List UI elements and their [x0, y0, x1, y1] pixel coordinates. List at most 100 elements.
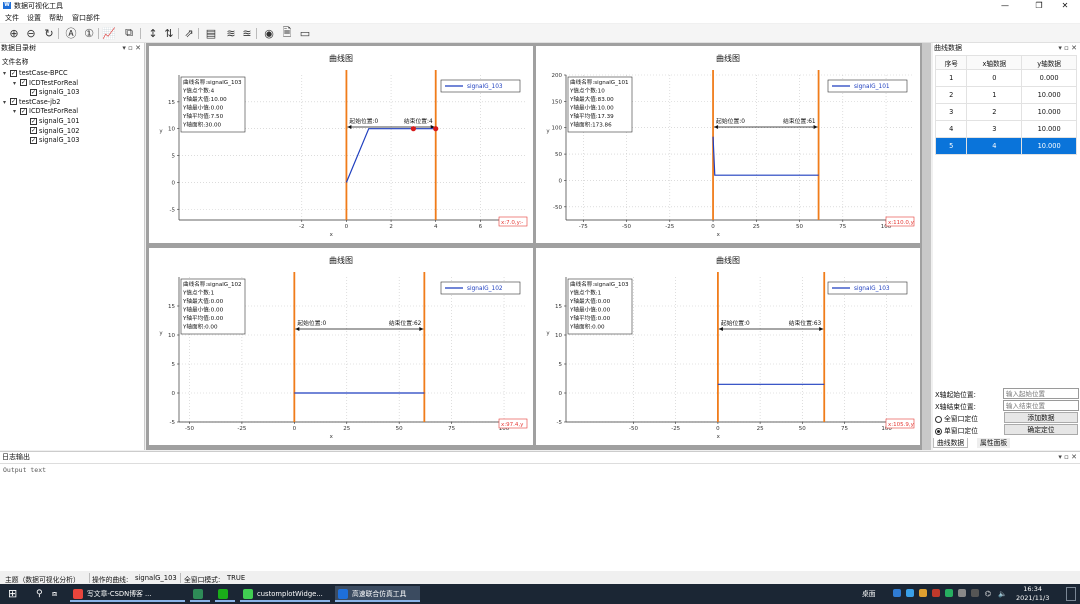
column-header[interactable]: 序号 [934, 55, 968, 70]
table-cell[interactable]: 1 [934, 69, 968, 87]
chart-panel-4[interactable]: 曲线图 -50 -25 0 25 50 75 100 -5 0 5 10 15 x y 起始位置:0 结束位置:… [536, 248, 920, 445]
tray-app-icon[interactable] [893, 589, 901, 597]
taskbar-app[interactable]: 写文章-CSDN博客 ... [70, 586, 185, 602]
dock-controls[interactable]: ▾ ▫ ✕ [122, 43, 141, 53]
column-header[interactable]: x轴数据 [966, 55, 1023, 70]
radio-single-window[interactable]: 单窗口定位 [935, 425, 978, 435]
x-end-input[interactable] [1003, 400, 1079, 411]
table-cell[interactable]: 10.000 [1021, 86, 1077, 104]
x-start-input[interactable] [1003, 388, 1079, 399]
windows-start-icon[interactable]: ⊞ [8, 586, 17, 602]
tab-curve-data[interactable]: 曲线数据 [933, 438, 969, 448]
table-cell[interactable]: 3 [934, 103, 968, 121]
checkbox[interactable]: ✓ [20, 107, 27, 115]
radio-indicator[interactable] [935, 427, 942, 435]
checkbox[interactable]: ✓ [30, 127, 37, 135]
checkbox[interactable]: ✓ [30, 117, 37, 125]
table-cell[interactable]: 4 [966, 137, 1023, 155]
add-data-button[interactable]: 添加数据 [1004, 412, 1078, 423]
checkbox[interactable]: ✓ [10, 98, 17, 106]
tray-app-icon[interactable] [919, 589, 927, 597]
chart-panel-2[interactable]: 曲线图 -75 -50 -25 0 25 50 75 100 -50 0 50 100 150 200 x y 起… [536, 46, 920, 243]
tray-app-icon[interactable] [945, 589, 953, 597]
one-icon[interactable]: ① [82, 26, 96, 40]
expand-arrow-icon[interactable]: ▾ [13, 107, 20, 116]
tree-item[interactable]: ▾ ✓ ICDTestForReal [13, 79, 78, 88]
clock[interactable]: 16:34 2021/11/3 [1016, 585, 1049, 603]
table-row[interactable]: 5 4 10.000 [934, 137, 1077, 155]
close-button[interactable]: ✕ [1050, 0, 1080, 11]
table-cell[interactable]: 10.000 [1021, 103, 1077, 121]
expand-arrow-icon[interactable]: ▾ [13, 79, 20, 88]
taskbar-app[interactable] [215, 586, 235, 602]
clear-icon[interactable]: ⧉ [122, 26, 136, 40]
task-view-icon[interactable]: ⧈ [52, 586, 57, 602]
column-header[interactable]: y轴数据 [1021, 55, 1077, 70]
table-cell[interactable]: 2 [966, 103, 1023, 121]
table-cell[interactable]: 3 [966, 120, 1023, 138]
menu-help[interactable]: 帮助 [49, 13, 63, 23]
table-cell[interactable]: 5 [934, 137, 968, 155]
table-cell[interactable]: 0.000 [1021, 69, 1077, 87]
confirm-locate-button[interactable]: 确定定位 [1004, 424, 1078, 435]
search-icon[interactable]: ⚲ [36, 586, 43, 602]
table-cell[interactable]: 10.000 [1021, 120, 1077, 138]
volume-icon[interactable]: 🔈 [998, 586, 1007, 602]
tray-app-icon[interactable] [906, 589, 914, 597]
taskbar-app[interactable]: 高速联合仿真工具 [335, 586, 420, 602]
tree-item[interactable]: ▾ ✓ ICDTestForReal [13, 107, 78, 116]
cursor-x-icon[interactable]: ↕ [146, 26, 160, 40]
layers-off-icon[interactable]: ≊ [240, 26, 254, 40]
table-row[interactable]: 4 3 10.000 [934, 120, 1077, 138]
zoom-in-icon[interactable]: ⊕ [7, 26, 21, 40]
log-output[interactable]: Output text [0, 463, 1080, 571]
checkbox[interactable]: ✓ [30, 88, 37, 96]
chart-panel-3[interactable]: 曲线图 -50 -25 0 25 50 75 100 -5 0 5 10 15 x y 起始位置:0 结束位置:… [149, 248, 533, 445]
chart-icon[interactable]: 📈 [102, 26, 116, 40]
tree-item[interactable]: ✓ signalG_103 [23, 136, 80, 145]
table-row[interactable]: 3 2 10.000 [934, 103, 1077, 121]
plot-scrollbar[interactable] [922, 43, 931, 450]
tray-app-icon[interactable] [971, 589, 979, 597]
taskbar-app[interactable] [190, 586, 210, 602]
tree-item[interactable]: ▾ ✓ testCase-BPCC [3, 69, 68, 78]
table-cell[interactable]: 2 [934, 86, 968, 104]
table-row[interactable]: 1 0 0.000 [934, 69, 1077, 87]
dock-controls[interactable]: ▾ ▫ ✕ [1058, 43, 1077, 53]
tree-item[interactable]: ✓ signalG_103 [23, 88, 80, 97]
window-icon[interactable]: ▭ [298, 26, 312, 40]
record-icon[interactable]: ◉ [262, 26, 276, 40]
cursor-y-icon[interactable]: ⇅ [162, 26, 176, 40]
chart-panel-1[interactable]: 曲线图 -2 0 2 4 6 -5 0 5 10 15 x y 起始位置:0 结束位置:4 signalG_1… [149, 46, 533, 243]
table-cell[interactable]: 1 [966, 86, 1023, 104]
expand-arrow-icon[interactable]: ▾ [3, 98, 10, 107]
table-row[interactable]: 2 1 10.000 [934, 86, 1077, 104]
table-cell[interactable]: 0 [966, 69, 1023, 87]
desktop-label[interactable]: 桌面 [862, 586, 876, 602]
all-icon[interactable]: Ⓐ [64, 26, 78, 40]
checkbox[interactable]: ✓ [20, 79, 27, 87]
checkbox[interactable]: ✓ [10, 69, 17, 77]
taskbar-app[interactable]: customplotWidge... [240, 586, 330, 602]
tree-item[interactable]: ▾ ✓ testCase-jb2 [3, 98, 60, 107]
table-cell[interactable]: 10.000 [1021, 137, 1077, 155]
minimize-button[interactable]: — [990, 0, 1020, 11]
checkbox[interactable]: ✓ [30, 136, 37, 144]
table-cell[interactable]: 4 [934, 120, 968, 138]
tree-item[interactable]: ✓ signalG_102 [23, 127, 80, 136]
network-icon[interactable]: ⌬ [985, 586, 991, 602]
menu-file[interactable]: 文件 [5, 13, 19, 23]
tree-item[interactable]: ✓ signalG_101 [23, 117, 80, 126]
zoom-out-icon[interactable]: ⊖ [24, 26, 38, 40]
export-icon[interactable]: ⇗ [182, 26, 196, 40]
doc-settings-icon[interactable]: 🗎 [280, 26, 294, 40]
layers-icon[interactable]: ≋ [224, 26, 238, 40]
tab-attribute-panel[interactable]: 属性面板 [977, 438, 1011, 448]
radio-indicator[interactable] [935, 415, 942, 423]
tray-app-icon[interactable] [932, 589, 940, 597]
stack-icon[interactable]: ▤ [204, 26, 218, 40]
expand-arrow-icon[interactable]: ▾ [3, 69, 10, 78]
menu-window-parts[interactable]: 窗口部件 [72, 13, 100, 23]
radio-all-window[interactable]: 全窗口定位 [935, 413, 978, 423]
dock-controls[interactable]: ▾ ▫ ✕ [1058, 452, 1077, 462]
